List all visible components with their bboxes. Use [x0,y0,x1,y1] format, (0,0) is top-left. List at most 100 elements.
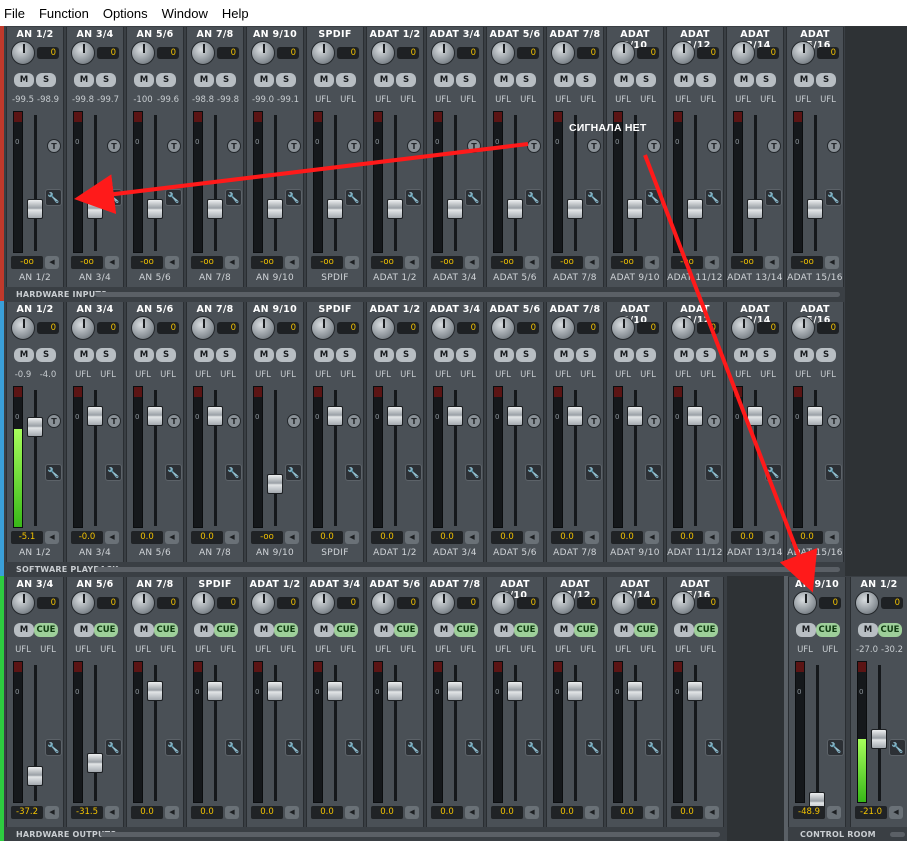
gain-knob[interactable] [131,41,155,65]
fader-handle[interactable] [27,765,43,786]
cue-button[interactable]: CUE [214,623,238,637]
mute-button[interactable]: M [494,348,514,362]
trim-button[interactable]: T [467,139,481,153]
settings-wrench-icon[interactable]: 🔧 [525,464,542,481]
cue-button[interactable]: CUE [274,623,298,637]
gain-knob[interactable] [251,41,275,65]
expand-arrow-icon[interactable]: ◀ [525,531,539,544]
expand-arrow-icon[interactable]: ◀ [585,531,599,544]
fader-handle[interactable] [807,405,823,426]
settings-wrench-icon[interactable]: 🔧 [585,189,602,206]
fader-value[interactable]: 0.0 [551,806,583,819]
menu-file[interactable]: File [4,6,25,21]
fader-handle[interactable] [267,474,283,495]
solo-button[interactable]: S [576,348,596,362]
fader-handle[interactable] [147,680,163,701]
gain-knob[interactable] [191,41,215,65]
fader-handle[interactable] [627,199,643,220]
mute-button[interactable]: M [554,73,574,87]
fader-value[interactable]: -oo [371,256,403,269]
expand-arrow-icon[interactable]: ◀ [465,256,479,269]
mute-button[interactable]: M [614,623,634,637]
fader-value[interactable]: -oo [11,256,43,269]
fader-handle[interactable] [27,199,43,220]
fader-value[interactable]: 0.0 [311,531,343,544]
fader-value[interactable]: 0.0 [611,531,643,544]
mute-button[interactable]: M [134,348,154,362]
settings-wrench-icon[interactable]: 🔧 [827,739,844,756]
gain-knob[interactable] [551,591,575,615]
gain-value[interactable]: 0 [397,47,419,59]
fader-handle[interactable] [387,405,403,426]
solo-button[interactable]: S [696,348,716,362]
settings-wrench-icon[interactable]: 🔧 [45,464,62,481]
fader-value[interactable]: -oo [611,256,643,269]
fader-handle[interactable] [87,405,103,426]
fader-handle[interactable] [387,199,403,220]
expand-arrow-icon[interactable]: ◀ [345,531,359,544]
trim-button[interactable]: T [47,139,61,153]
gain-knob[interactable] [311,591,335,615]
trim-button[interactable]: T [827,414,841,428]
gain-knob[interactable] [71,591,95,615]
settings-wrench-icon[interactable]: 🔧 [825,189,842,206]
mute-button[interactable]: M [494,623,514,637]
settings-wrench-icon[interactable]: 🔧 [225,739,242,756]
mute-button[interactable]: M [194,348,214,362]
expand-arrow-icon[interactable]: ◀ [645,256,659,269]
mute-button[interactable]: M [254,348,274,362]
gain-knob[interactable] [311,316,335,340]
expand-arrow-icon[interactable]: ◀ [345,256,359,269]
fader-handle[interactable] [447,680,463,701]
gain-knob[interactable] [793,591,817,615]
gain-knob[interactable] [551,316,575,340]
fader-handle[interactable] [807,199,823,220]
gain-knob[interactable] [71,41,95,65]
expand-arrow-icon[interactable]: ◀ [645,806,659,819]
fader-value[interactable]: 0.0 [611,806,643,819]
gain-knob[interactable] [491,591,515,615]
expand-arrow-icon[interactable]: ◀ [405,256,419,269]
gain-value[interactable]: 0 [277,47,299,59]
mute-button[interactable]: M [194,623,214,637]
fader-handle[interactable] [567,199,583,220]
cue-button[interactable]: CUE [574,623,598,637]
trim-button[interactable]: T [707,139,721,153]
solo-button[interactable]: S [636,348,656,362]
settings-wrench-icon[interactable]: 🔧 [825,464,842,481]
settings-wrench-icon[interactable]: 🔧 [165,189,182,206]
gain-value[interactable]: 0 [819,597,841,609]
gain-value[interactable]: 0 [217,322,239,334]
settings-wrench-icon[interactable]: 🔧 [465,464,482,481]
expand-arrow-icon[interactable]: ◀ [105,256,119,269]
settings-wrench-icon[interactable]: 🔧 [645,739,662,756]
expand-arrow-icon[interactable]: ◀ [827,806,841,819]
expand-arrow-icon[interactable]: ◀ [705,806,719,819]
gain-knob[interactable] [491,316,515,340]
gain-knob[interactable] [431,316,455,340]
mute-button[interactable]: M [674,623,694,637]
settings-wrench-icon[interactable]: 🔧 [405,464,422,481]
expand-arrow-icon[interactable]: ◀ [645,531,659,544]
solo-button[interactable]: S [276,348,296,362]
gain-knob[interactable] [11,591,35,615]
expand-arrow-icon[interactable]: ◀ [465,806,479,819]
fader-value[interactable]: 0.0 [191,806,223,819]
gain-knob[interactable] [71,316,95,340]
gain-value[interactable]: 0 [457,47,479,59]
fader-handle[interactable] [207,199,223,220]
solo-button[interactable]: S [636,73,656,87]
gain-knob[interactable] [191,316,215,340]
expand-arrow-icon[interactable]: ◀ [465,531,479,544]
gain-value[interactable]: 0 [637,322,659,334]
mute-button[interactable]: M [374,348,394,362]
expand-arrow-icon[interactable]: ◀ [585,806,599,819]
settings-wrench-icon[interactable]: 🔧 [225,464,242,481]
section-scrollbar[interactable] [95,567,840,572]
gain-value[interactable]: 0 [97,597,119,609]
gain-value[interactable]: 0 [277,322,299,334]
gain-value[interactable]: 0 [337,47,359,59]
trim-button[interactable]: T [587,139,601,153]
solo-button[interactable]: S [696,73,716,87]
gain-value[interactable]: 0 [697,597,719,609]
